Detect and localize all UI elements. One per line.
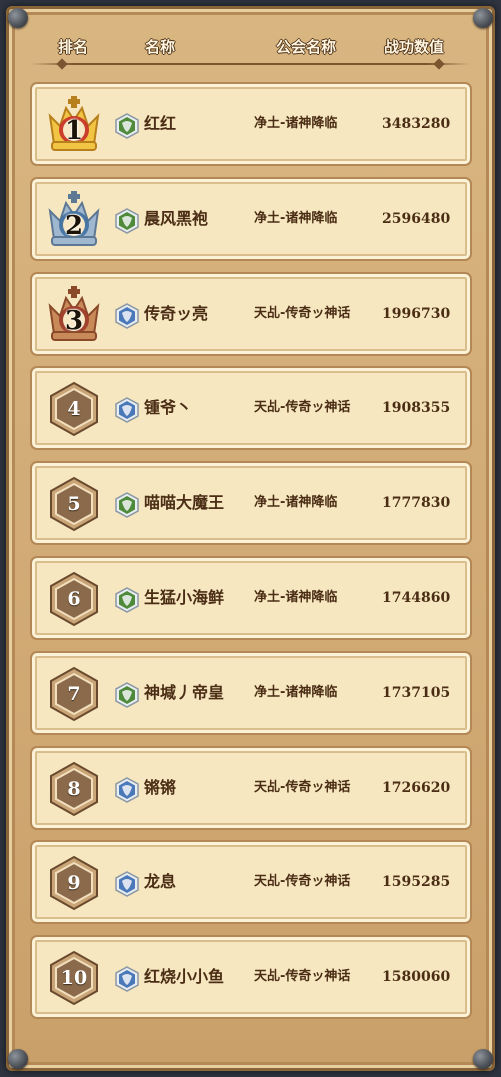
blue-faction-icon <box>114 776 140 803</box>
blue-faction-icon <box>114 397 140 424</box>
player-name: 锵锵 <box>144 777 177 797</box>
table-row[interactable]: 5 喵喵大魔王 净土-诸神降临 1777830 <box>30 461 472 546</box>
rivet-icon <box>8 8 28 28</box>
rank-number: 10 <box>60 967 88 990</box>
guild-name: 天乩-传奇ッ神话 <box>254 400 351 416</box>
guild-name: 净土-诸神降临 <box>254 116 338 131</box>
rank-number: 6 <box>67 588 81 610</box>
header-divider <box>30 63 471 65</box>
rank-number: 7 <box>67 682 81 705</box>
green-faction-icon <box>114 587 140 613</box>
player-name: 生猛小海鲜 <box>144 588 225 607</box>
merit-score: 1595285 <box>382 874 451 891</box>
rank-number: 5 <box>67 493 81 516</box>
rank-number: 1 <box>64 116 84 146</box>
green-faction-icon <box>114 681 140 708</box>
table-row[interactable]: 10 红烧小小鱼 天乩-传奇ッ神话 1580060 <box>30 935 472 1020</box>
table-row[interactable]: 4 锺爷丶 天乩-传奇ッ神话 1908355 <box>30 366 472 451</box>
guild-name: 天乩-传奇ッ神话 <box>254 305 351 321</box>
table-row[interactable]: 6 生猛小海鲜 净土-诸神降临 1744860 <box>30 556 472 640</box>
hexagon-icon: 9 <box>46 854 102 912</box>
merit-score: 1744860 <box>382 590 451 606</box>
merit-score: 2596480 <box>382 210 451 227</box>
header-score: 战功数值 <box>383 38 444 56</box>
header-guild: 公会名称 <box>275 38 336 56</box>
rank-number: 2 <box>64 210 84 241</box>
hexagon-icon: 5 <box>46 475 102 533</box>
player-name: 传奇ッ亮 <box>144 303 209 323</box>
player-name: 神堿丿帝皇 <box>144 682 225 702</box>
player-name: 红红 <box>144 114 177 133</box>
player-name: 红烧小小鱼 <box>144 967 225 987</box>
hexagon-icon: 10 <box>46 949 102 1007</box>
table-row[interactable]: 7 神堿丿帝皇 净土-诸神降临 1737105 <box>30 650 472 735</box>
merit-score: 1777830 <box>382 495 451 512</box>
guild-name: 天乩-传奇ッ神话 <box>254 779 351 795</box>
merit-score: 1996730 <box>382 305 451 322</box>
gold-crown-icon: 1 <box>46 96 102 154</box>
guild-name: 净土-诸神降临 <box>254 590 338 605</box>
table-row[interactable]: 9 龙息 天乩-传奇ッ神话 1595285 <box>30 840 472 925</box>
merit-score: 1726620 <box>382 779 451 796</box>
merit-score: 1737105 <box>382 684 451 701</box>
player-name: 龙息 <box>144 872 177 892</box>
rivet-icon <box>8 1049 28 1069</box>
player-name: 锺爷丶 <box>144 398 193 418</box>
table-row[interactable]: 1 红红 净土-诸神降临 3483280 <box>30 82 472 166</box>
blue-faction-icon <box>114 966 140 993</box>
hexagon-icon: 6 <box>46 570 102 628</box>
player-name: 晨风黑袍 <box>144 208 209 228</box>
silver-crown-icon: 2 <box>46 190 102 249</box>
hexagon-icon: 4 <box>46 380 102 438</box>
guild-name: 净土-诸神降临 <box>254 210 338 226</box>
blue-faction-icon <box>114 871 140 898</box>
rivet-icon <box>473 1049 493 1069</box>
rank-number: 9 <box>67 872 81 895</box>
guild-name: 净土-诸神降临 <box>254 495 338 511</box>
header-name: 名称 <box>144 38 175 56</box>
guild-name: 天乩-传奇ッ神话 <box>254 969 351 985</box>
rank-number: 8 <box>67 777 81 800</box>
green-faction-icon <box>114 113 140 139</box>
merit-score: 3483280 <box>382 116 451 132</box>
player-name: 喵喵大魔王 <box>144 493 225 513</box>
table-row[interactable]: 8 锵锵 天乩-传奇ッ神话 1726620 <box>30 745 472 830</box>
rivet-icon <box>473 8 493 28</box>
green-faction-icon <box>114 492 140 519</box>
merit-score: 1908355 <box>382 400 451 417</box>
table-header: 排名 名称 公会名称 战功数值 <box>0 36 501 58</box>
merit-score: 1580060 <box>382 969 451 986</box>
header-rank: 排名 <box>57 38 88 56</box>
green-faction-icon <box>114 207 140 234</box>
table-row[interactable]: 2 晨风黑袍 净土-诸神降临 2596480 <box>30 176 472 261</box>
rank-number: 4 <box>67 398 81 421</box>
hexagon-icon: 7 <box>46 665 102 723</box>
guild-name: 净土-诸神降临 <box>254 684 338 700</box>
table-row[interactable]: 3 传奇ッ亮 天乩-传奇ッ神话 1996730 <box>30 271 472 356</box>
blue-faction-icon <box>114 302 140 329</box>
bronze-crown-icon: 3 <box>46 285 102 344</box>
rank-number: 3 <box>64 305 84 336</box>
guild-name: 天乩-传奇ッ神话 <box>254 874 351 890</box>
hexagon-icon: 8 <box>46 760 102 818</box>
